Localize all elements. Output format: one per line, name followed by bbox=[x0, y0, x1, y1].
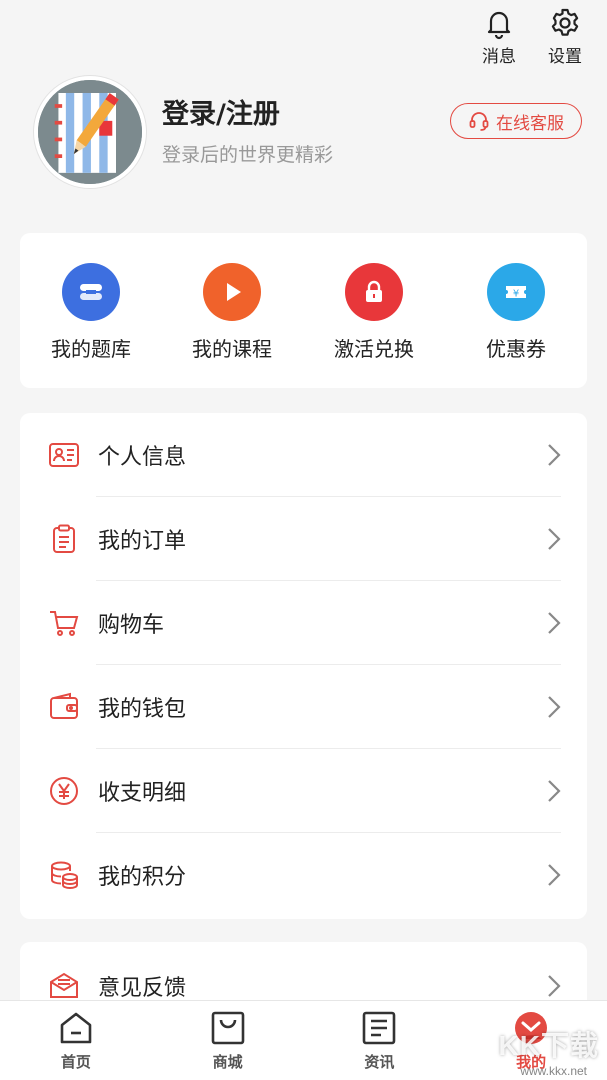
login-subtitle: 登录后的世界更精彩 bbox=[162, 144, 334, 166]
chevron-right-icon bbox=[548, 975, 561, 997]
menu-item-label: 我的订单 bbox=[98, 529, 187, 554]
home-icon bbox=[60, 1012, 92, 1044]
lock-icon bbox=[345, 263, 403, 321]
avatar[interactable] bbox=[34, 76, 146, 188]
bell-icon bbox=[487, 11, 511, 40]
quick-my-courses[interactable]: 我的课程 bbox=[172, 263, 292, 362]
menu-item-label: 我的积分 bbox=[98, 865, 187, 890]
id-card-icon bbox=[48, 439, 80, 471]
menu-item-label: 收支明细 bbox=[98, 781, 187, 806]
menu-item-label: 我的钱包 bbox=[98, 697, 187, 722]
watermark-url: www.kkx.net bbox=[520, 1064, 587, 1078]
online-service-label: 在线客服 bbox=[496, 113, 564, 134]
yuan-icon bbox=[48, 775, 80, 807]
play-icon bbox=[203, 263, 261, 321]
clipboard-icon bbox=[48, 523, 80, 555]
notebook-pencil-icon bbox=[38, 80, 142, 184]
feedback-icon bbox=[48, 970, 80, 1002]
settings-label: 设置 bbox=[548, 47, 582, 67]
nav-label: 资讯 bbox=[364, 1053, 395, 1071]
chevron-right-icon bbox=[548, 696, 561, 718]
messages-label: 消息 bbox=[482, 47, 516, 67]
menu-item-cart[interactable]: 购物车 bbox=[20, 581, 587, 665]
shop-bag-icon bbox=[211, 1011, 244, 1045]
quick-question-bank[interactable]: 我的题库 bbox=[31, 263, 151, 362]
gear-icon bbox=[551, 8, 579, 36]
chevron-right-icon bbox=[548, 612, 561, 634]
chevron-right-icon bbox=[548, 864, 561, 886]
question-bank-icon bbox=[62, 263, 120, 321]
headset-icon bbox=[469, 112, 489, 131]
nav-news[interactable]: 资讯 bbox=[304, 1001, 456, 1080]
chevron-right-icon bbox=[548, 528, 561, 550]
watermark: KK下载 bbox=[498, 1030, 599, 1061]
cart-icon bbox=[48, 607, 80, 639]
menu-item-transactions[interactable]: 收支明细 bbox=[20, 749, 587, 833]
menu-item-label: 意见反馈 bbox=[98, 976, 187, 1001]
messages-button[interactable]: 消息 bbox=[477, 6, 521, 67]
menu-list-card: 个人信息 我的订单 购物车 我的钱包 收支明细 我的积分 bbox=[20, 413, 587, 919]
menu-item-wallet[interactable]: 我的钱包 bbox=[20, 665, 587, 749]
coupon-icon: ¥ bbox=[487, 263, 545, 321]
nav-label: 首页 bbox=[60, 1053, 91, 1071]
wallet-icon bbox=[48, 691, 80, 723]
my-page: 消息 设置 登录/注册 登录后的世界更精彩 在线客服 我的题库 我的课程 激活兑… bbox=[0, 0, 607, 1080]
svg-text:¥: ¥ bbox=[513, 289, 519, 300]
settings-button[interactable]: 设置 bbox=[543, 6, 587, 67]
quick-activate-redeem[interactable]: 激活兑换 bbox=[314, 263, 434, 362]
nav-label: 商城 bbox=[212, 1053, 243, 1071]
menu-item-label: 购物车 bbox=[98, 613, 165, 638]
quick-coupons[interactable]: ¥ 优惠券 bbox=[456, 263, 576, 362]
top-actions: 消息 设置 bbox=[477, 6, 587, 67]
quick-label: 我的题库 bbox=[51, 337, 131, 361]
menu-item-label: 个人信息 bbox=[98, 445, 187, 470]
nav-shop[interactable]: 商城 bbox=[152, 1001, 304, 1080]
news-icon bbox=[363, 1011, 396, 1045]
nav-home[interactable]: 首页 bbox=[0, 1001, 152, 1080]
menu-item-personal-info[interactable]: 个人信息 bbox=[20, 413, 587, 497]
menu-item-points[interactable]: 我的积分 bbox=[20, 833, 587, 917]
login-register-link[interactable]: 登录/注册 bbox=[162, 92, 280, 131]
quick-label: 我的课程 bbox=[192, 337, 272, 361]
online-service-button[interactable]: 在线客服 bbox=[450, 103, 582, 139]
menu-item-orders[interactable]: 我的订单 bbox=[20, 497, 587, 581]
quick-actions-card: 我的题库 我的课程 激活兑换 ¥ 优惠券 bbox=[20, 233, 587, 388]
quick-label: 优惠券 bbox=[486, 337, 546, 361]
quick-label: 激活兑换 bbox=[334, 337, 414, 361]
chevron-right-icon bbox=[548, 780, 561, 802]
coins-icon bbox=[48, 859, 80, 891]
chevron-right-icon bbox=[548, 444, 561, 466]
